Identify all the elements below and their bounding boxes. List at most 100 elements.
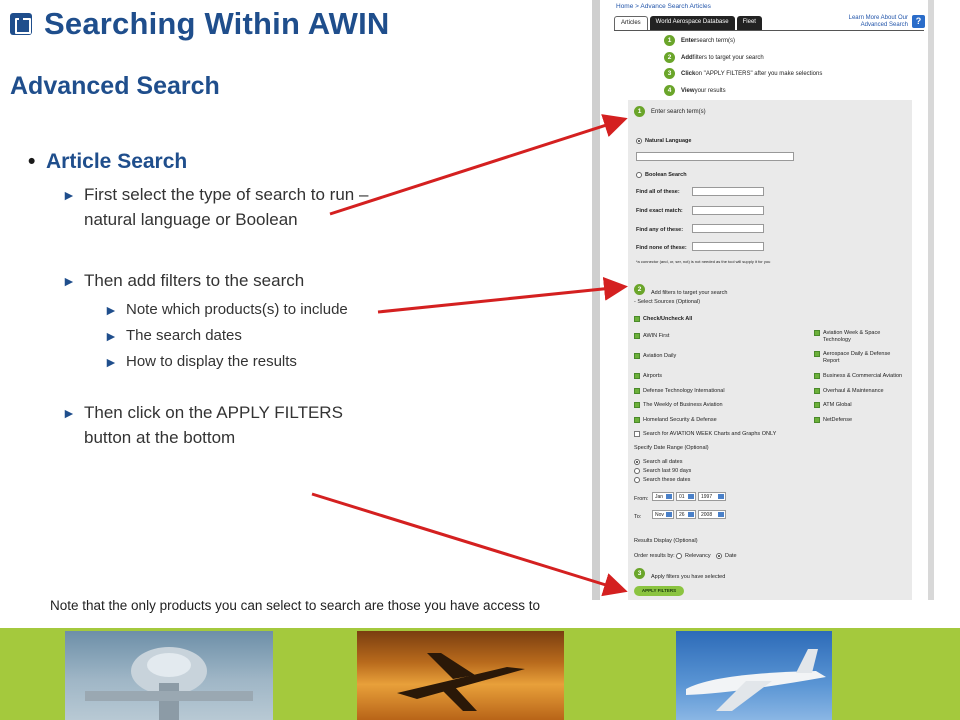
- from-year-value: 1997: [701, 494, 713, 500]
- tab-articles[interactable]: Articles: [614, 16, 648, 30]
- charts-only-label: Search for AVIATION WEEK Charts and Grap…: [643, 431, 777, 437]
- source-checkbox[interactable]: [634, 333, 640, 339]
- date-order-radio[interactable]: [716, 553, 722, 559]
- natural-language-radio[interactable]: [636, 138, 642, 144]
- from-month-select[interactable]: Jan: [652, 492, 674, 501]
- check-all-checkbox[interactable]: [634, 316, 640, 322]
- title-area: Searching Within AWIN: [10, 6, 390, 42]
- source-checkbox[interactable]: [634, 373, 640, 379]
- find-none-label: Find none of these:: [636, 245, 687, 251]
- triangle-bullet-icon: ►: [62, 273, 76, 289]
- to-year-select[interactable]: 2008: [698, 510, 726, 519]
- source-right-5: ATM Global: [823, 402, 852, 408]
- source-checkbox[interactable]: [814, 373, 820, 379]
- source-right-3: Business & Commercial Aviation: [823, 373, 903, 379]
- source-left-5: The Weekly of Business Aviation: [643, 402, 723, 408]
- from-year-select[interactable]: 1997: [698, 492, 726, 501]
- arrow-to-filters: [377, 276, 628, 314]
- learn-more-link[interactable]: Learn More About Our Advanced Search: [838, 15, 908, 29]
- sub-bullet-3: ► Then click on the APPLY FILTERS button…: [62, 400, 373, 450]
- source-checkbox[interactable]: [634, 353, 640, 359]
- date-all-radio[interactable]: [634, 459, 640, 465]
- step-number-2: 2: [664, 52, 675, 63]
- tab-world-aerospace-database[interactable]: World Aerospace Database: [649, 16, 735, 30]
- natural-language-input[interactable]: [636, 152, 794, 161]
- source-checkbox[interactable]: [814, 330, 820, 336]
- search-form-screenshot: Home > Advance Search Articles Articles …: [592, 0, 934, 600]
- boolean-search-radio[interactable]: [636, 172, 642, 178]
- date-90-radio[interactable]: [634, 468, 640, 474]
- step-number-1: 1: [664, 35, 675, 46]
- to-month-value: Nov: [655, 512, 664, 518]
- sub-sub-bullet-2: ► The search dates: [104, 326, 373, 346]
- from-month-value: Jan: [655, 494, 664, 500]
- dropdown-arrow-icon: [688, 512, 694, 517]
- source-checkbox[interactable]: [634, 388, 640, 394]
- to-day-select[interactable]: 26: [676, 510, 696, 519]
- find-all-input[interactable]: [692, 187, 764, 196]
- fighter-jet-photo: [65, 631, 273, 720]
- source-checkbox[interactable]: [814, 351, 820, 357]
- step-2-text: filters to target your search: [692, 54, 764, 61]
- date-all-label: Search all dates: [643, 459, 683, 465]
- source-right-2: Aerospace Daily & Defense Report: [823, 351, 891, 364]
- date-these-radio[interactable]: [634, 477, 640, 483]
- source-left-4: Defense Technology International: [643, 388, 725, 394]
- source-left-1: AWIN First: [643, 333, 670, 339]
- source-checkbox[interactable]: [814, 388, 820, 394]
- sub-sub-bullet-2-text: The search dates: [126, 327, 242, 344]
- connector-note: *a connector (and, or, ser, not) is not …: [636, 259, 771, 264]
- dropdown-arrow-icon: [666, 512, 672, 517]
- sub-bullet-2: ► Then add filters to the search: [62, 268, 373, 294]
- title-bullet-icon: [10, 13, 32, 35]
- access-note: Note that the only products you can sele…: [50, 598, 541, 613]
- dropdown-arrow-icon: [688, 494, 694, 499]
- find-exact-input[interactable]: [692, 206, 764, 215]
- source-right-6: NetDefense: [823, 417, 853, 423]
- triangle-bullet-icon: ►: [62, 405, 76, 421]
- step-1-bold: Enter: [681, 37, 697, 44]
- bullet-article-search: • Article Search: [28, 150, 373, 174]
- form-step-1: 1 Enter search term(s): [634, 106, 706, 117]
- order-by-label: Order results by:: [634, 553, 675, 559]
- source-checkbox[interactable]: [814, 402, 820, 408]
- source-checkbox[interactable]: [814, 417, 820, 423]
- sub-sub-bullet-1-text: Note which products(s) to include: [126, 301, 348, 318]
- form-step-number-2: 2: [634, 283, 645, 295]
- source-right-1: Aviation Week & Space Technology: [823, 330, 881, 343]
- sub-bullet-2-text: Then add filters to the search: [84, 271, 305, 290]
- find-any-label: Find any of these:: [636, 227, 684, 233]
- to-day-value: 26: [679, 512, 685, 518]
- find-any-input[interactable]: [692, 224, 764, 233]
- sub-bullet-1: ► First select the type of search to run…: [62, 182, 373, 232]
- source-checkbox[interactable]: [634, 402, 640, 408]
- results-display-label: Results Display (Optional): [634, 538, 698, 544]
- find-all-label: Find all of these:: [636, 189, 680, 195]
- help-icon[interactable]: ?: [912, 15, 925, 28]
- triangle-bullet-icon: ►: [62, 187, 76, 203]
- bullet-main-text: Article Search: [46, 150, 188, 173]
- check-all-label: Check/Uncheck All: [643, 316, 693, 322]
- to-month-select[interactable]: Nov: [652, 510, 674, 519]
- select-sources-label: - Select Sources (Optional): [634, 299, 701, 305]
- bullet-list: • Article Search ► First select the type…: [28, 150, 373, 450]
- relevancy-radio[interactable]: [676, 553, 682, 559]
- step-4-text: your results: [694, 87, 726, 94]
- source-checkbox[interactable]: [634, 417, 640, 423]
- enter-label: Enter search term(s): [651, 108, 706, 115]
- natural-language-label: Natural Language: [645, 138, 692, 144]
- apply-filters-button[interactable]: APPLY FILTERS: [634, 586, 684, 596]
- sub-bullet-1-text: First select the type of search to run –…: [84, 185, 369, 229]
- step-3-bold: Click: [681, 70, 696, 77]
- source-left-3: Airports: [643, 373, 662, 379]
- from-day-select[interactable]: 01: [676, 492, 696, 501]
- triangle-bullet-icon: ►: [104, 302, 118, 318]
- tab-fleet[interactable]: Fleet: [736, 16, 762, 30]
- step-2: 2 Add filters to target your search: [664, 52, 764, 63]
- step-2-bold: Add: [681, 54, 693, 61]
- sub-bullet-3-text: Then click on the APPLY FILTERS button a…: [84, 403, 343, 447]
- airliner-photo: [676, 631, 832, 720]
- find-none-input[interactable]: [692, 242, 764, 251]
- charts-only-checkbox[interactable]: [634, 431, 640, 437]
- breadcrumb[interactable]: Home > Advance Search Articles: [616, 3, 711, 10]
